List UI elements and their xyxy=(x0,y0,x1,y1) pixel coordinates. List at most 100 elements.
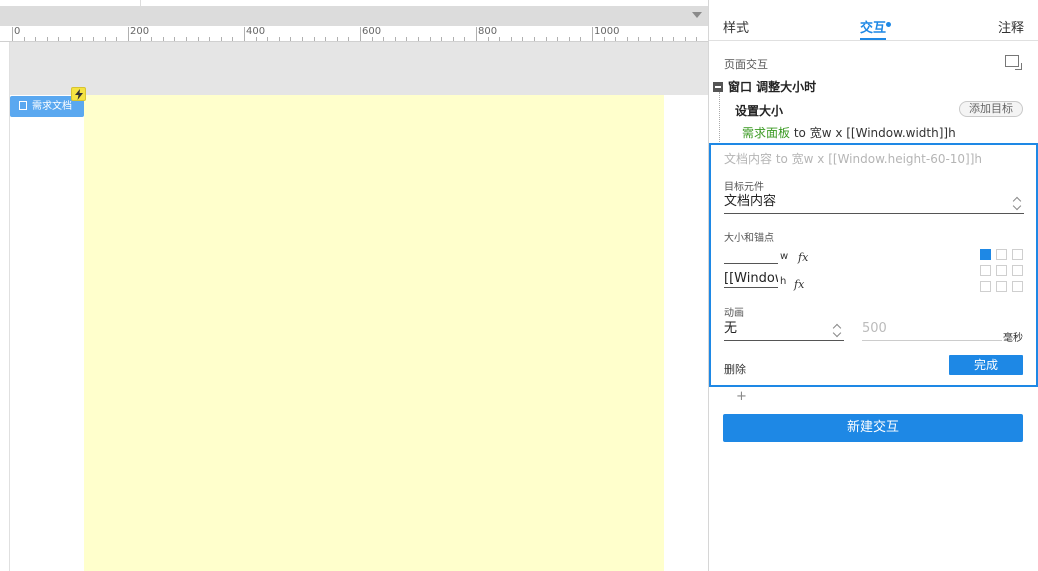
event-label: 窗口 调整大小时 xyxy=(728,80,817,94)
action-label[interactable]: 设置大小 xyxy=(735,102,783,119)
ruler-tick xyxy=(46,37,48,41)
tab-interactions[interactable]: 交互 xyxy=(860,17,886,36)
add-icon[interactable]: + xyxy=(736,389,747,404)
width-unit: w xyxy=(780,251,789,262)
ruler-tick xyxy=(336,37,338,41)
ruler-tick xyxy=(592,27,593,41)
event-row[interactable]: 窗口 调整大小时 xyxy=(713,78,816,95)
anchor-top-right[interactable] xyxy=(1012,249,1023,260)
ruler-tick xyxy=(696,37,698,41)
ruler-tick xyxy=(661,37,663,41)
ruler-tick xyxy=(603,37,605,41)
anchor-middle-left[interactable] xyxy=(980,265,991,276)
ruler-tick xyxy=(255,37,257,41)
inspector-panel: 样式 交互 注释 页面交互 窗口 调整大小时 设置大小 添加目标 需求面板 to… xyxy=(708,0,1038,571)
ruler-tick xyxy=(580,37,582,41)
ruler-tick xyxy=(232,37,234,41)
duration-input[interactable]: 500 xyxy=(862,319,1002,341)
anchor-top-center[interactable] xyxy=(996,249,1007,260)
ruler-tick xyxy=(568,37,570,41)
height-input[interactable]: [[Window.height-60-10]] xyxy=(724,268,778,288)
ruler-tick xyxy=(650,37,651,41)
ruler-tick xyxy=(162,37,164,41)
animation-select[interactable]: 无 xyxy=(724,319,844,341)
target-line[interactable]: 需求面板 to 宽w x [[Window.width]]h xyxy=(742,124,956,141)
ruler-tick xyxy=(35,37,37,41)
anchor-bottom-center[interactable] xyxy=(996,281,1007,292)
ruler-tick xyxy=(244,27,245,41)
ruler-tick xyxy=(557,37,559,41)
active-tab-underline xyxy=(860,38,886,40)
ruler-tick xyxy=(302,37,303,41)
ruler-tick xyxy=(290,37,292,41)
dynamic-panel-widget[interactable] xyxy=(84,95,664,571)
ruler-tick xyxy=(429,37,431,41)
target-widget-select[interactable]: 文档内容 xyxy=(724,192,1024,214)
ruler-tick xyxy=(23,37,25,41)
app-window: 0 200 400 600 800 1000 需求文档 样式 交互 注释 页面交… xyxy=(0,0,1038,571)
ruler-tick xyxy=(139,37,141,41)
ruler-tick xyxy=(93,37,95,41)
anchor-bottom-right[interactable] xyxy=(1012,281,1023,292)
height-fx-icon[interactable]: fx xyxy=(794,278,804,291)
ruler-tick xyxy=(267,37,269,41)
select-arrows-icon xyxy=(1014,196,1022,210)
tree-connector xyxy=(719,92,720,142)
ruler-tick xyxy=(220,37,222,41)
editing-target-summary: 文档内容 to 宽w x [[Window.height-60-10]]h xyxy=(724,152,983,166)
tab-style[interactable]: 样式 xyxy=(723,17,749,36)
canvas-offpage-band xyxy=(10,42,708,95)
ruler-tick xyxy=(186,37,187,41)
active-dot-icon xyxy=(886,22,891,27)
panel-tag-label: 需求文档 xyxy=(32,101,72,112)
ruler-tick xyxy=(452,37,454,41)
select-arrows-icon xyxy=(834,323,842,337)
ruler-tick xyxy=(174,37,176,41)
target-widget-label: 目标元件 xyxy=(724,182,764,193)
canvas-area[interactable]: 0 200 400 600 800 1000 需求文档 xyxy=(0,0,708,571)
ruler-tick xyxy=(464,37,466,41)
page-settings-icon[interactable] xyxy=(1005,55,1022,70)
ruler-tick xyxy=(209,37,211,41)
ruler-tick xyxy=(151,37,153,41)
new-interaction-button[interactable]: 新建交互 xyxy=(723,414,1023,442)
anchor-middle-right[interactable] xyxy=(1012,265,1023,276)
ruler-tick xyxy=(522,37,524,41)
collapse-minus-icon[interactable] xyxy=(713,82,723,92)
height-unit: h xyxy=(780,276,787,287)
ruler-tick xyxy=(278,37,280,41)
ruler-tick xyxy=(70,37,71,41)
ruler-tick xyxy=(626,37,628,41)
ruler-tick xyxy=(128,27,129,41)
target-detail: to 宽w x [[Window.width]]h xyxy=(790,126,956,140)
ruler-tick xyxy=(104,37,106,41)
tab-notes[interactable]: 注释 xyxy=(998,17,1024,36)
width-fx-icon[interactable]: fx xyxy=(798,251,808,264)
ruler-tick xyxy=(441,37,443,41)
anchor-top-left[interactable] xyxy=(980,249,991,260)
delete-link[interactable]: 删除 xyxy=(724,361,746,377)
ruler-tick xyxy=(499,37,501,41)
inspector-tabs: 样式 交互 注释 xyxy=(709,0,1038,41)
ruler-tick xyxy=(360,27,361,41)
milliseconds-label: 毫秒 xyxy=(1003,333,1023,344)
interaction-lightning-icon[interactable] xyxy=(71,87,86,101)
ruler-tick xyxy=(406,37,408,41)
done-button[interactable]: 完成 xyxy=(949,355,1023,375)
add-target-button[interactable]: 添加目标 xyxy=(959,101,1023,117)
ruler-tick xyxy=(394,37,396,41)
anchor-bottom-left[interactable] xyxy=(980,281,991,292)
ruler-tick xyxy=(684,37,686,41)
anchor-center[interactable] xyxy=(996,265,1007,276)
ruler-tick xyxy=(510,37,512,41)
ruler-tick xyxy=(81,37,83,41)
target-widget-value: 文档内容 xyxy=(724,194,777,209)
ruler-tick xyxy=(476,27,477,41)
tab-dropdown-icon[interactable] xyxy=(692,12,702,18)
ruler-tick xyxy=(12,27,13,41)
ruler-tick xyxy=(534,37,535,41)
ruler-tick xyxy=(545,37,547,41)
target-editor: 文档内容 to 宽w x [[Window.height-60-10]]h 目标… xyxy=(709,143,1038,387)
vertical-ruler xyxy=(0,42,10,571)
width-input[interactable] xyxy=(724,244,778,264)
